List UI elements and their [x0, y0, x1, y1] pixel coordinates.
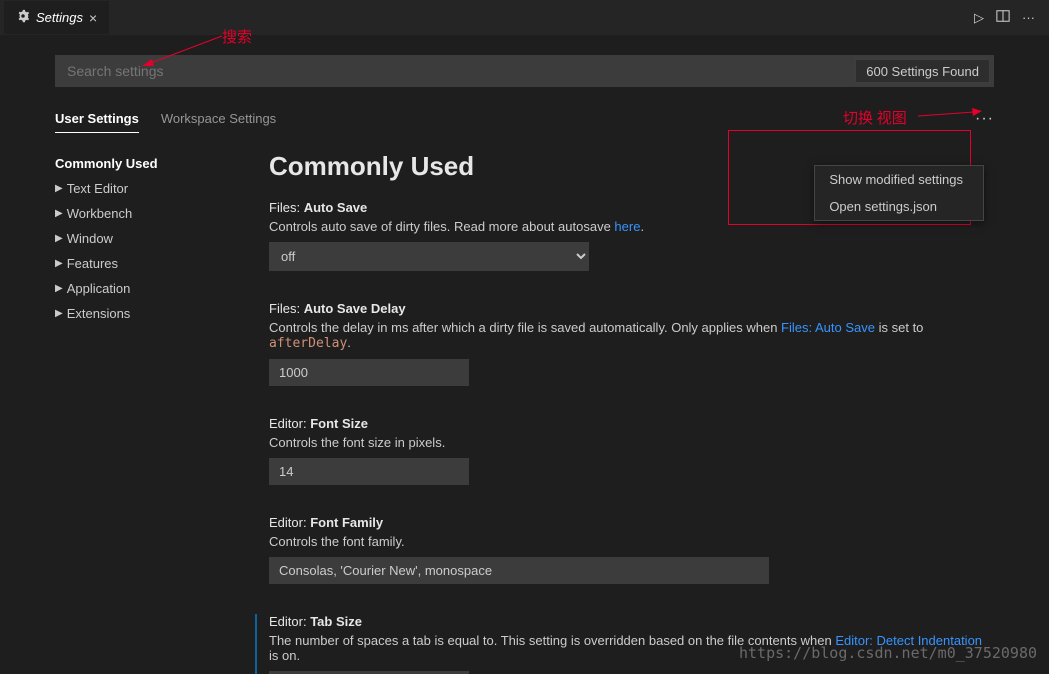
sidebar-item-extensions[interactable]: ▶Extensions — [55, 301, 253, 326]
tab-title: Settings — [36, 10, 83, 25]
sidebar-item-window[interactable]: ▶Window — [55, 226, 253, 251]
font-size-input[interactable] — [269, 458, 469, 485]
settings-count-badge: 600 Settings Found — [855, 59, 990, 83]
setting-tab-size: Editor: Tab Size The number of spaces a … — [255, 614, 994, 674]
link-autosave-here[interactable]: here — [614, 219, 640, 234]
menu-open-json[interactable]: Open settings.json — [815, 193, 983, 220]
settings-toc: Commonly Used ▶Text Editor ▶Workbench ▶W… — [55, 151, 253, 674]
settings-icon — [16, 9, 30, 26]
link-detect-indentation[interactable]: Editor: Detect Indentation — [835, 633, 982, 648]
sidebar-item-text-editor[interactable]: ▶Text Editor — [55, 176, 253, 201]
run-icon[interactable]: ▷ — [974, 10, 984, 26]
font-family-input[interactable] — [269, 557, 769, 584]
more-actions-icon[interactable]: ··· — [1022, 10, 1035, 25]
chevron-right-icon: ▶ — [55, 283, 63, 294]
chevron-right-icon: ▶ — [55, 233, 63, 244]
split-editor-icon[interactable] — [996, 9, 1010, 26]
sidebar-item-application[interactable]: ▶Application — [55, 276, 253, 301]
title-bar: Settings × ▷ ··· — [0, 0, 1049, 35]
setting-auto-save-delay: Files: Auto Save Delay Controls the dela… — [269, 301, 994, 386]
settings-content: Commonly Used Files: Auto Save Controls … — [253, 151, 994, 674]
tab-user-settings[interactable]: User Settings — [55, 105, 139, 133]
chevron-right-icon: ▶ — [55, 183, 63, 194]
chevron-right-icon: ▶ — [55, 208, 63, 219]
setting-font-size: Editor: Font Size Controls the font size… — [269, 416, 994, 485]
sidebar-item-features[interactable]: ▶Features — [55, 251, 253, 276]
editor-tab-settings[interactable]: Settings × — [4, 1, 109, 34]
sidebar-item-workbench[interactable]: ▶Workbench — [55, 201, 253, 226]
link-files-auto-save[interactable]: Files: Auto Save — [781, 320, 875, 335]
chevron-right-icon: ▶ — [55, 258, 63, 269]
more-icon[interactable]: ··· — [975, 110, 994, 128]
settings-context-menu: Show modified settings Open settings.jso… — [814, 165, 984, 221]
auto-save-select[interactable]: off — [269, 242, 589, 271]
tab-workspace-settings[interactable]: Workspace Settings — [161, 105, 276, 133]
setting-font-family: Editor: Font Family Controls the font fa… — [269, 515, 994, 584]
menu-show-modified[interactable]: Show modified settings — [815, 166, 983, 193]
search-input[interactable] — [55, 55, 994, 87]
sidebar-item-commonly-used[interactable]: Commonly Used — [55, 151, 253, 176]
chevron-right-icon: ▶ — [55, 308, 63, 319]
close-icon[interactable]: × — [89, 10, 97, 26]
auto-save-delay-input[interactable] — [269, 359, 469, 386]
